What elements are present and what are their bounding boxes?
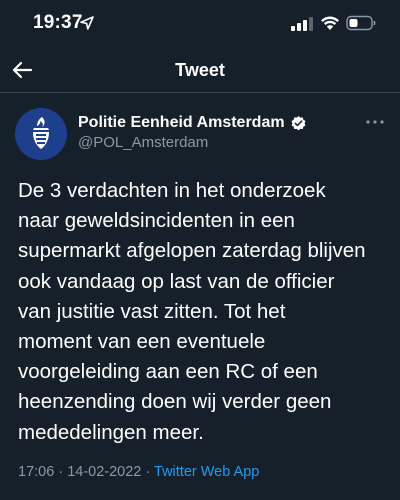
location-arrow-icon: [80, 16, 94, 30]
tweet-detail-screen: 19:37 Tweet Politie Eenheid Amsterdam @P…: [0, 0, 400, 500]
tweet-text-line: mededelingen meer.: [18, 420, 204, 444]
tweet-author-header: Politie Eenheid Amsterdam @POL_Amsterdam: [0, 100, 400, 160]
header-divider: [0, 92, 400, 93]
cellular-signal-icon: [291, 17, 313, 31]
tweet-text-line: De 3 verdachten in het onderzoek: [18, 179, 326, 202]
meta-separator: ·: [145, 464, 151, 480]
page-title: Tweet: [175, 60, 225, 80]
tweet-text: De 3 verdachten in het onderzoek naar ge…: [18, 176, 388, 448]
police-logo-icon: [15, 108, 67, 160]
tweet-text-line: moment van een eventuele: [18, 330, 266, 354]
tweet-text-line: ook vandaag op last van de officier: [18, 269, 335, 293]
tweet-text-line: naar geweldsincidenten in een: [18, 209, 295, 233]
tweet-text-line: voorgeleiding aan een RC of een: [18, 360, 318, 384]
wifi-icon: [321, 16, 339, 30]
tweet-time[interactable]: 17:06: [18, 464, 54, 480]
tweet-text-line: heenzending doen wij verder geen: [18, 390, 332, 414]
status-bar: 19:37: [0, 0, 400, 48]
battery-icon: [346, 15, 376, 31]
tweet-text-line: supermarkt afgelopen zaterdag blijven: [18, 239, 366, 263]
tweet-text-line: van justitie vast zitten. Tot het: [18, 299, 286, 323]
verified-badge-icon: [291, 115, 306, 130]
status-time: 19:37: [33, 12, 83, 33]
avatar[interactable]: [15, 108, 67, 160]
nav-header: Tweet: [0, 48, 400, 93]
tweet-source-link[interactable]: Twitter Web App: [154, 464, 259, 480]
author-handle[interactable]: @POL_Amsterdam: [78, 134, 208, 151]
ellipsis-icon[interactable]: [364, 114, 386, 130]
meta-separator: ·: [58, 464, 64, 480]
display-name-text: Politie Eenheid Amsterdam: [78, 114, 285, 131]
author-display-name[interactable]: Politie Eenheid Amsterdam: [78, 114, 307, 132]
tweet-metadata: 17:06 · 14-02-2022 · Twitter Web App: [18, 464, 259, 480]
tweet-date[interactable]: 14-02-2022: [67, 464, 141, 480]
